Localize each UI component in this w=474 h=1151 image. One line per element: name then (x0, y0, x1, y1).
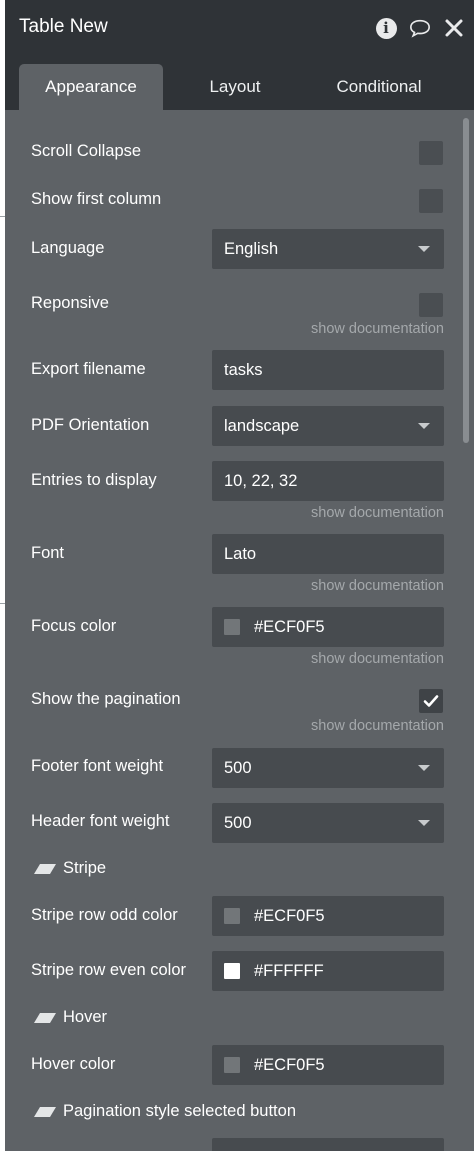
show-documentation-link[interactable]: show documentation (311, 578, 444, 594)
property-editor-panel: Table New i Appearance Layout Conditiona… (5, 0, 474, 1151)
stripe-even-color-value: #FFFFFF (254, 961, 324, 980)
scrollbar-thumb[interactable] (463, 118, 469, 443)
stripe-even-color-label: Stripe row even color (31, 961, 186, 979)
font-input[interactable]: Lato (212, 534, 444, 574)
focus-color-label: Focus color (31, 617, 117, 635)
stripe-odd-color-label: Stripe row odd color (31, 906, 178, 924)
chevron-down-icon (418, 820, 430, 826)
pencil-icon (34, 1012, 56, 1023)
pencil-icon (34, 1106, 56, 1117)
pencil-icon (34, 863, 56, 874)
hover-section-title: Hover (63, 1008, 108, 1026)
hover-color-picker[interactable]: #ECF0F5 (212, 1045, 444, 1085)
show-documentation-link[interactable]: show documentation (311, 718, 444, 734)
pagination-selected-section-header[interactable]: Pagination style selected button (33, 1102, 296, 1121)
panel-header[interactable]: Table New i (5, 0, 474, 54)
header-font-weight-value: 500 (224, 813, 252, 832)
pdf-orientation-value: landscape (224, 416, 300, 435)
show-documentation-link[interactable]: show documentation (311, 651, 444, 667)
tab-bar: Appearance Layout Conditional (5, 54, 474, 110)
color-swatch[interactable] (224, 619, 240, 635)
tab-conditional[interactable]: Conditional (307, 64, 451, 110)
pdf-orientation-label: PDF Orientation (31, 416, 150, 434)
hover-color-value: #ECF0F5 (254, 1055, 325, 1074)
scroll-collapse-checkbox[interactable] (419, 141, 443, 165)
chevron-down-icon (418, 423, 430, 429)
focus-color-picker[interactable]: #ECF0F5 (212, 607, 444, 647)
stripe-section-header[interactable]: Stripe (33, 859, 106, 878)
export-filename-input[interactable]: tasks (212, 350, 444, 390)
show-pagination-checkbox[interactable] (419, 689, 443, 713)
entries-to-display-value: 10, 22, 32 (224, 471, 298, 490)
chevron-down-icon (418, 765, 430, 771)
stripe-odd-color-value: #ECF0F5 (254, 906, 325, 925)
language-value: English (224, 239, 279, 258)
color-swatch[interactable] (224, 908, 240, 924)
pagination-selected-section-title: Pagination style selected button (63, 1102, 296, 1120)
tab-layout[interactable]: Layout (163, 64, 307, 110)
show-documentation-link[interactable]: show documentation (311, 321, 444, 337)
footer-font-weight-value: 500 (224, 758, 252, 777)
comment-icon[interactable] (409, 17, 431, 39)
header-font-weight-label: Header font weight (31, 812, 170, 830)
header-font-weight-dropdown[interactable]: 500 (212, 803, 444, 843)
export-filename-label: Export filename (31, 360, 146, 378)
language-label: Language (31, 239, 105, 257)
chevron-down-icon (418, 246, 430, 252)
color-swatch[interactable] (224, 1057, 240, 1073)
stripe-section-title: Stripe (63, 859, 107, 877)
font-value: Lato (224, 544, 257, 563)
focus-color-value: #ECF0F5 (254, 617, 325, 636)
language-dropdown[interactable]: English (212, 229, 444, 269)
stripe-odd-color-picker[interactable]: #ECF0F5 (212, 896, 444, 936)
show-first-column-checkbox[interactable] (419, 189, 443, 213)
stripe-even-color-picker[interactable]: #FFFFFF (212, 951, 444, 991)
footer-font-weight-dropdown[interactable]: 500 (212, 748, 444, 788)
entries-to-display-input[interactable]: 10, 22, 32 (212, 461, 444, 501)
show-first-column-label: Show first column (31, 190, 162, 208)
show-pagination-label: Show the pagination (31, 690, 181, 708)
responsive-checkbox[interactable] (419, 293, 443, 317)
responsive-label: Reponsive (31, 294, 109, 312)
hover-color-label: Hover color (31, 1055, 116, 1073)
pagination-selected-field[interactable] (212, 1138, 444, 1151)
entries-to-display-label: Entries to display (31, 471, 157, 489)
font-label: Font (31, 544, 65, 562)
export-filename-value: tasks (224, 360, 263, 379)
info-icon[interactable]: i (375, 17, 397, 39)
scroll-collapse-label: Scroll Collapse (31, 142, 142, 160)
tab-appearance[interactable]: Appearance (19, 64, 163, 110)
close-icon[interactable] (443, 17, 465, 39)
color-swatch[interactable] (224, 963, 240, 979)
checkmark-icon (423, 695, 439, 707)
hover-section-header[interactable]: Hover (33, 1008, 107, 1027)
pdf-orientation-dropdown[interactable]: landscape (212, 406, 444, 446)
footer-font-weight-label: Footer font weight (31, 757, 164, 775)
show-documentation-link[interactable]: show documentation (311, 505, 444, 521)
panel-title: Table New (19, 16, 108, 37)
